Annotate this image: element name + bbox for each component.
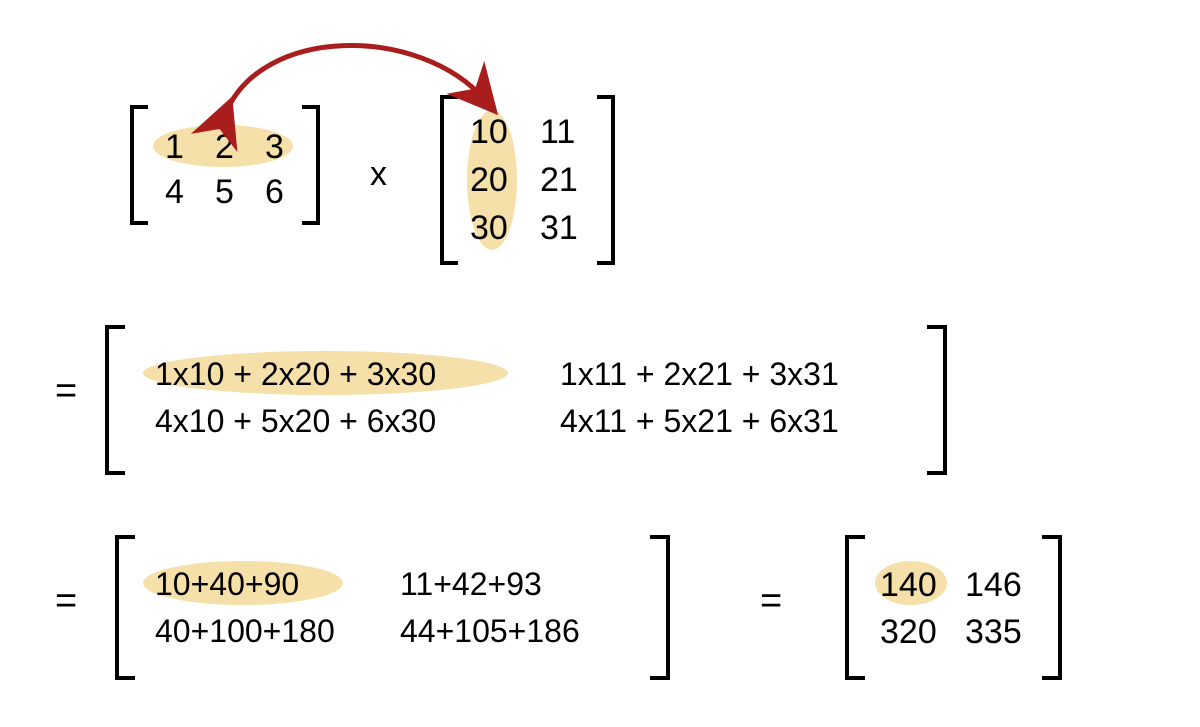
bracket-s1-left — [105, 325, 127, 475]
s2-r0c1: 11+42+93 — [400, 568, 542, 600]
s1-r0c1: 1x11 + 2x21 + 3x31 — [560, 358, 839, 390]
equals-3: = — [760, 580, 782, 623]
s2-r0c0: 10+40+90 — [155, 568, 299, 600]
res-r1c1: 335 — [965, 615, 1022, 649]
s1-r0c0: 1x10 + 2x20 + 3x30 — [155, 358, 436, 390]
res-r0c0: 140 — [880, 568, 937, 602]
s2-r1c1: 44+105+186 — [400, 615, 580, 647]
s1-r1c1: 4x11 + 5x21 + 6x31 — [560, 405, 839, 437]
equals-2: = — [55, 580, 77, 623]
bracket-res-left — [845, 535, 867, 680]
bracket-s2-right — [648, 535, 670, 680]
res-r0c1: 146 — [965, 568, 1022, 602]
s2-r1c0: 40+100+180 — [155, 615, 335, 647]
bracket-s1-right — [925, 325, 947, 475]
res-r1c0: 320 — [880, 615, 937, 649]
matrix-multiplication-diagram: { "operator_times": "x", "equals": "=", … — [0, 0, 1200, 727]
row-col-arrow — [0, 0, 1200, 300]
s1-r1c0: 4x10 + 5x20 + 6x30 — [155, 405, 436, 437]
bracket-s2-left — [115, 535, 137, 680]
bracket-res-right — [1040, 535, 1062, 680]
equals-1: = — [55, 370, 77, 413]
